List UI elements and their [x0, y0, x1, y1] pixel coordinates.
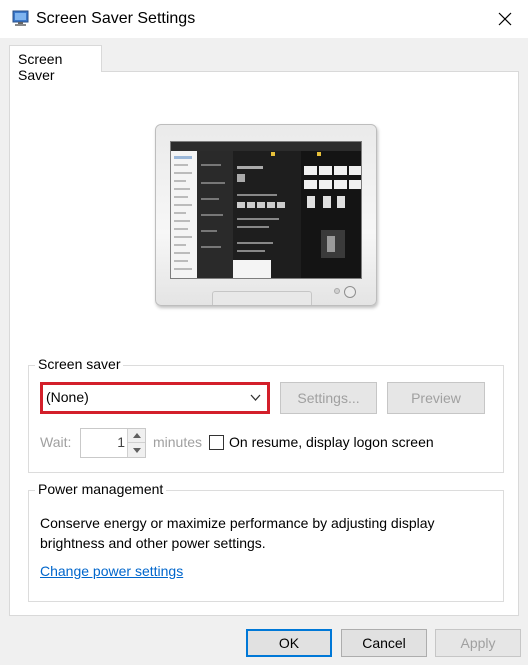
preview-button[interactable]: Preview	[387, 382, 485, 414]
minutes-label: minutes	[153, 434, 203, 450]
tab-label: Screen Saver	[18, 51, 63, 83]
power-button-icon	[344, 286, 356, 298]
close-icon	[498, 12, 512, 26]
wait-spinner	[127, 429, 145, 457]
cancel-button[interactable]: Cancel	[341, 629, 427, 657]
monitor-screen	[170, 141, 362, 279]
wait-minutes-stepper[interactable]: 1	[80, 428, 146, 458]
screen-saver-dropdown[interactable]: (None)	[40, 382, 270, 414]
screen-saver-settings-window: Screen Saver Settings Screen Saver Scree…	[0, 0, 528, 665]
screen-saver-group: Screen saver (None) Settings... Preview …	[28, 356, 504, 473]
screen-saver-group-label: Screen saver	[35, 356, 124, 372]
screen-saver-app-icon	[12, 10, 29, 26]
power-led-icon	[334, 288, 340, 294]
resume-logon-checkbox[interactable]	[209, 435, 224, 450]
ok-button[interactable]: OK	[246, 629, 332, 657]
wait-label: Wait:	[40, 434, 72, 450]
monitor-preview	[155, 124, 377, 306]
chevron-down-icon	[250, 394, 261, 401]
monitor-stand	[212, 291, 312, 305]
settings-button[interactable]: Settings...	[280, 382, 377, 414]
window-title: Screen Saver Settings	[36, 10, 196, 27]
chevron-up-icon	[132, 433, 141, 438]
screen-saver-selected-value: (None)	[46, 389, 89, 405]
spin-up-button[interactable]	[128, 429, 145, 443]
apply-button[interactable]: Apply	[435, 629, 521, 657]
title-bar: Screen Saver Settings	[0, 0, 528, 38]
tab-screen-saver[interactable]: Screen Saver	[9, 45, 102, 83]
close-button[interactable]	[482, 0, 528, 38]
resume-logon-label[interactable]: On resume, display logon screen	[229, 434, 434, 450]
chevron-down-icon	[132, 447, 141, 453]
power-management-group: Power management Conserve energy or maxi…	[28, 481, 504, 602]
spin-down-button[interactable]	[128, 443, 145, 457]
power-management-description: Conserve energy or maximize performance …	[40, 515, 435, 551]
power-management-group-label: Power management	[35, 481, 167, 497]
desktop-thumbnail-icon	[171, 142, 361, 278]
change-power-settings-link[interactable]: Change power settings	[40, 563, 183, 579]
tab-panel: Screen saver (None) Settings... Preview …	[9, 71, 519, 616]
wait-minutes-value: 1	[117, 434, 125, 450]
